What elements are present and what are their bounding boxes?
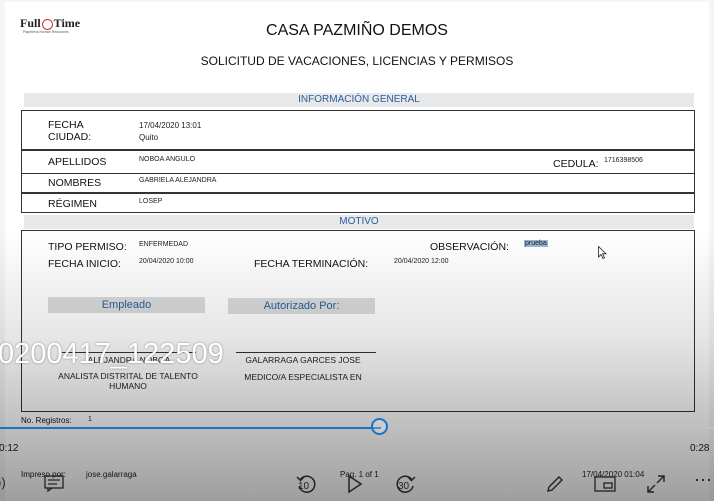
- seek-bar[interactable]: [0, 427, 714, 429]
- document-title: CASA PAZMIÑO DEMOS: [266, 22, 448, 39]
- registros-label: No. Registros:: [21, 416, 72, 425]
- fullscreen-icon[interactable]: [646, 474, 666, 494]
- volume-icon[interactable]: )): [0, 473, 6, 493]
- pen-icon[interactable]: [545, 474, 565, 494]
- fecha-value: 17/04/2020 13:01: [139, 121, 202, 130]
- regimen-label: RÉGIMEN: [48, 198, 98, 210]
- empleado-role: ANALISTA DISTRITAL DE TALENTO HUMANO: [58, 371, 198, 391]
- empleado-header: Empleado: [48, 297, 205, 313]
- play-icon[interactable]: [347, 474, 363, 494]
- regimen-box: [21, 193, 695, 213]
- skip-back-seconds: 10: [298, 481, 310, 492]
- observacion-value: prueba: [524, 240, 548, 247]
- tipo-permiso-label: TIPO PERMISO:: [48, 241, 127, 253]
- ciudad-value: Quito: [139, 133, 159, 142]
- total-duration: 0:28: [690, 443, 710, 454]
- mini-view-icon[interactable]: [594, 476, 616, 492]
- fecha-terminacion-value: 20/04/2020 12:00: [394, 258, 449, 265]
- player-window: Full Time Paperless Human Resources CASA …: [0, 0, 714, 501]
- seek-thumb[interactable]: [371, 418, 388, 435]
- fecha-inicio-value: 20/04/2020 10:00: [139, 258, 194, 265]
- apellidos-label: APELLIDOS: [48, 156, 107, 168]
- seek-bar-progress: [0, 427, 381, 429]
- fecha-terminacion-label: FECHA TERMINACIÓN:: [254, 258, 369, 270]
- cedula-value: 1716398506: [604, 157, 643, 164]
- nombres-label: NOMBRES: [48, 177, 102, 189]
- motivo-section-header: MOTIVO: [24, 215, 694, 229]
- registros-value: 1: [88, 416, 92, 423]
- document-subtitle: SOLICITUD DE VACACIONES, LICENCIAS Y PER…: [200, 54, 514, 68]
- general-section-header: INFORMACIÓN GENERAL: [24, 93, 694, 107]
- apellidos-value: NOBOA ANGULO: [139, 156, 196, 163]
- fecha-box: [21, 110, 695, 150]
- fecha-inicio-label: FECHA INICIO:: [48, 258, 121, 270]
- footer-impreso-value: jose.galarraga: [86, 470, 137, 479]
- subtitles-icon[interactable]: [44, 475, 64, 492]
- observacion-label: OBSERVACIÓN:: [430, 241, 509, 253]
- autorizado-name: GALARRAGA GARCES JOSE: [245, 355, 361, 365]
- ciudad-label: CIUDAD:: [48, 131, 92, 143]
- elapsed-time: 0:12: [0, 443, 19, 454]
- tipo-permiso-value: ENFERMEDAD: [139, 241, 189, 248]
- nombres-value: GABRIELA ALEJANDRA: [139, 177, 217, 184]
- skip-forward-seconds: 30: [398, 481, 410, 492]
- skip-back-button[interactable]: 10: [294, 472, 318, 496]
- autorizado-signature-line: [236, 352, 376, 353]
- video-title: 0200417_122509: [0, 338, 224, 370]
- regimen-value: LOSEP: [139, 198, 163, 205]
- cedula-label: CEDULA:: [553, 158, 599, 170]
- fecha-label: FECHA: [48, 119, 84, 131]
- more-options-icon[interactable]: ⋯: [694, 470, 712, 490]
- autorizado-header: Autorizado Por:: [228, 298, 375, 314]
- nombres-box: [21, 173, 695, 193]
- mouse-cursor-icon: [598, 246, 607, 259]
- autorizado-role: MEDICO/A ESPECIALISTA EN: [244, 372, 362, 382]
- skip-forward-button[interactable]: 30: [394, 472, 418, 496]
